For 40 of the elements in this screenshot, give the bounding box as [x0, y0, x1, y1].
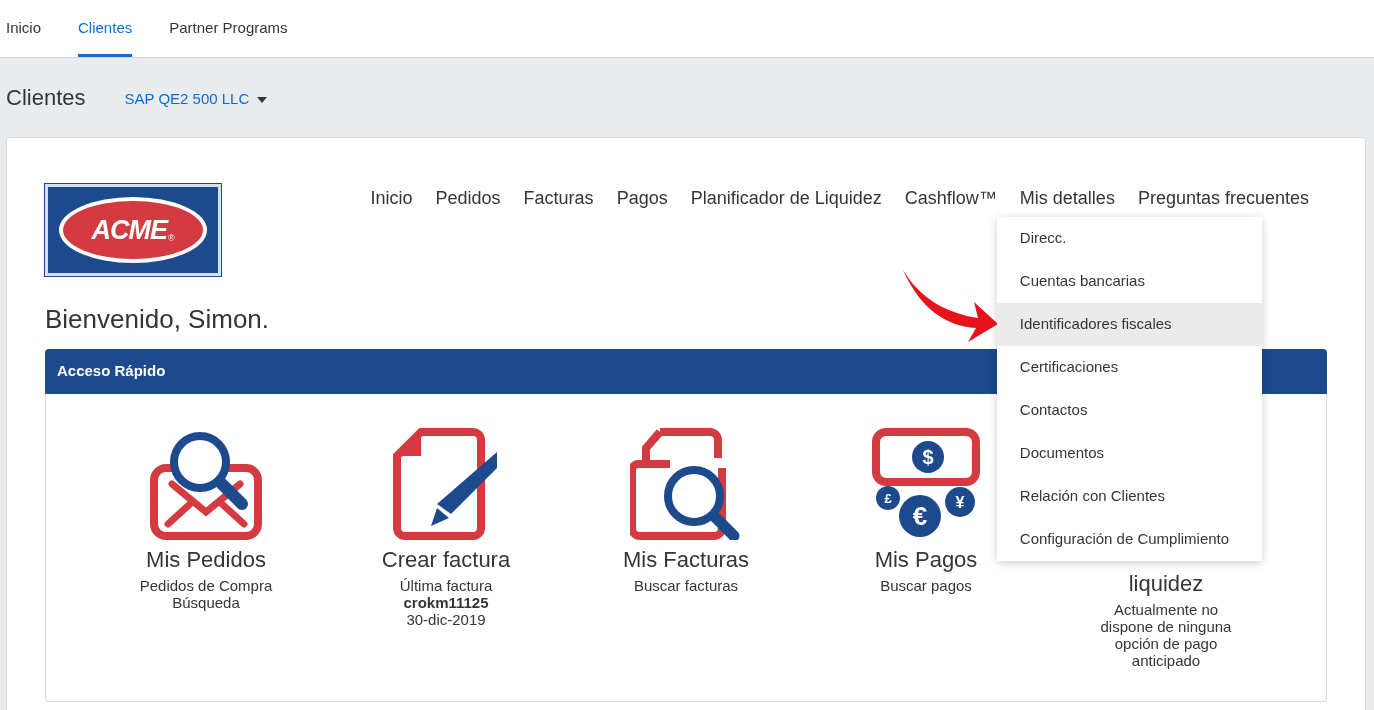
tile-title[interactable]: Crear factura	[381, 548, 511, 572]
nav-link[interactable]: Pedidos	[435, 185, 501, 212]
top-tab[interactable]: Partner Programs	[169, 0, 288, 57]
nav-link[interactable]: Cashflow™	[904, 185, 997, 212]
tile-subtitle: crokm11125	[402, 594, 490, 611]
documents-search-icon	[630, 428, 742, 540]
tile-subtitle: Última factura	[398, 577, 494, 594]
top-tab[interactable]: Clientes	[78, 0, 133, 57]
tile-subtitle: Buscar facturas	[632, 577, 740, 594]
tile-title[interactable]: Mis Pagos	[874, 548, 978, 572]
document-pencil-icon	[393, 428, 499, 540]
menu-item[interactable]: Certificaciones	[996, 346, 1262, 389]
tile-title[interactable]: liquidez	[1128, 572, 1204, 596]
caret-icon	[257, 96, 268, 103]
menu-item[interactable]: Cuentas bancarias	[996, 260, 1262, 303]
tile-subtitle: Búsqueda	[171, 594, 241, 611]
menu-item[interactable]: Identificadores fiscales	[996, 303, 1262, 346]
top-tab[interactable]: Inicio	[6, 0, 42, 57]
nav-link[interactable]: Facturas	[523, 185, 594, 212]
page-title: Clientes	[6, 84, 86, 112]
nav-link[interactable]: Preguntas frecuentes	[1137, 185, 1309, 212]
tile-title[interactable]: Mis Facturas	[623, 548, 749, 572]
tile-title[interactable]: Mis Pedidos	[146, 548, 266, 572]
account-selector[interactable]: SAP QE2 500 LLC	[124, 88, 268, 111]
registered-mark: ®	[167, 233, 175, 246]
tile-subtitle: Actualmente no dispone de ninguna opción de pago anticipado	[1099, 601, 1233, 669]
menu-item[interactable]: Relación con Clientes	[996, 475, 1262, 518]
nav-link[interactable]: Pagos	[616, 185, 668, 212]
tile-subtitle: Pedidos de Compra	[138, 577, 274, 594]
nav-link[interactable]: Inicio	[370, 185, 413, 212]
tile-subtitle: Buscar pagos	[879, 577, 973, 594]
logo-text: ACME	[91, 213, 167, 247]
menu-item[interactable]: Contactos	[996, 389, 1262, 432]
menu-item[interactable]: Documentos	[996, 432, 1262, 475]
nav-link[interactable]: Planificador de Liquidez	[690, 185, 882, 212]
nav-link[interactable]: Mis detalles	[1019, 185, 1115, 212]
menu-item[interactable]: Configuración de Cumplimiento	[996, 518, 1262, 561]
menu-item[interactable]: Direcc.	[996, 217, 1262, 260]
welcome-heading: Bienvenido, Simon.	[45, 303, 270, 336]
tile-subtitle: 30-dic-2019	[405, 611, 487, 628]
